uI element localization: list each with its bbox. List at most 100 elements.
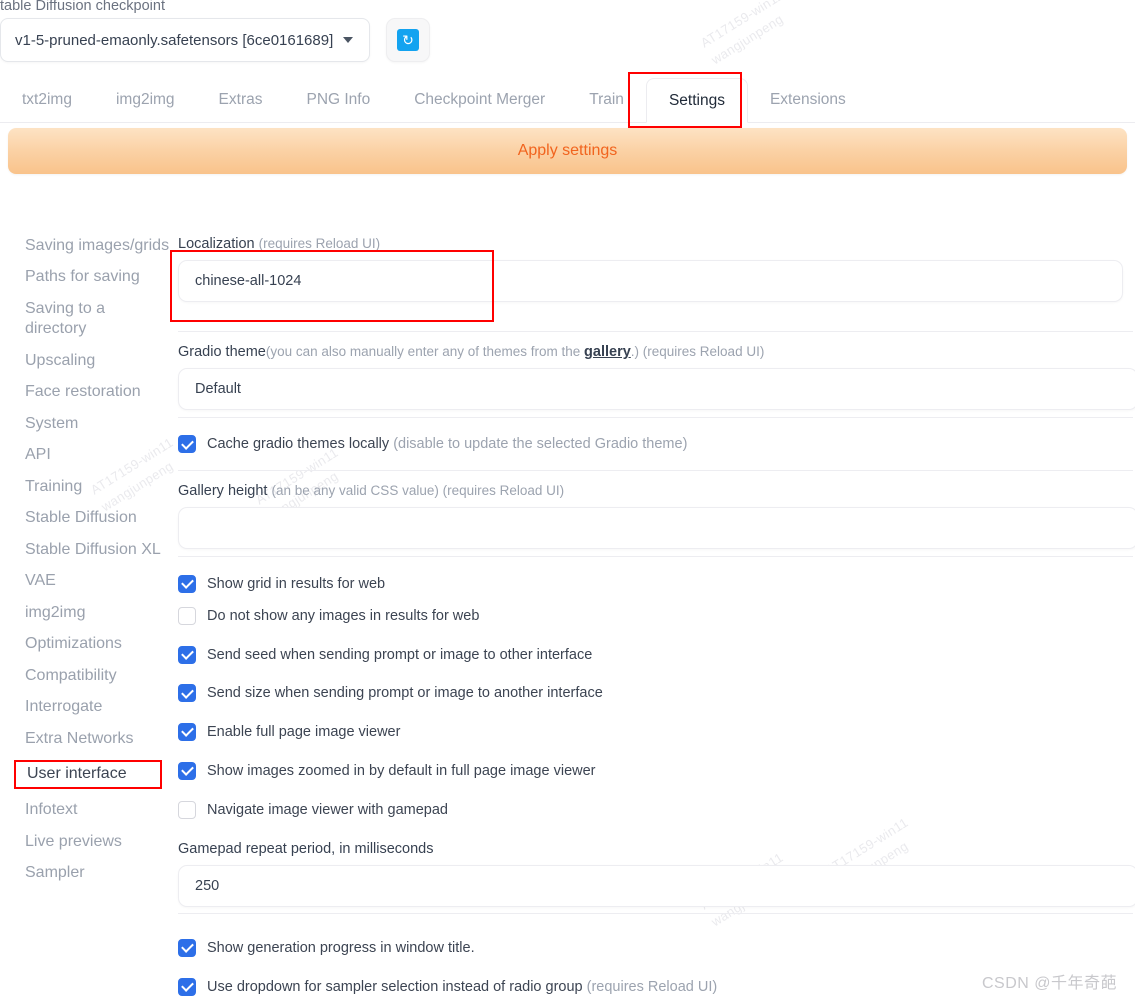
sidebar-item-interrogate[interactable]: Interrogate <box>0 697 170 717</box>
tab-img2img[interactable]: img2img <box>94 78 197 122</box>
cache-themes-label: Cache gradio themes locally (disable to … <box>207 436 687 452</box>
send-seed-label: Send seed when sending prompt or image t… <box>207 646 593 663</box>
apply-settings-button[interactable]: Apply settings <box>8 128 1127 174</box>
progress-title-checkbox[interactable] <box>178 938 196 957</box>
checkbox-row-zoomed-default[interactable]: Show images zoomed in by default in full… <box>178 751 1135 790</box>
sidebar-item-stable-diffusion[interactable]: Stable Diffusion <box>0 508 170 528</box>
sidebar-item-extra-networks[interactable]: Extra Networks <box>0 729 170 749</box>
gallery-height-field: Gallery height (an be any valid CSS valu… <box>178 471 1135 556</box>
settings-sidebar: Saving images/grids Paths for saving Sav… <box>0 236 170 895</box>
sampler-dropdown-label: Use dropdown for sampler selection inste… <box>207 979 717 995</box>
no-images-label: Do not show any images in results for we… <box>207 607 480 624</box>
checkpoint-label: table Diffusion checkpoint <box>0 0 165 14</box>
send-size-checkbox[interactable] <box>178 684 196 702</box>
sidebar-item-vae[interactable]: VAE <box>0 571 170 591</box>
settings-panel: Localization (requires Reload UI) chines… <box>178 236 1135 1001</box>
send-size-label: Send size when sending prompt or image t… <box>207 685 603 701</box>
localization-value: chinese-all-1024 <box>195 273 302 289</box>
gamepad-navigate-label: Navigate image viewer with gamepad <box>207 801 448 818</box>
full-page-viewer-checkbox[interactable] <box>178 722 196 741</box>
gamepad-period-input[interactable]: 250 <box>178 865 1135 907</box>
gradio-theme-input[interactable]: Default <box>178 368 1135 410</box>
chevron-down-icon <box>343 37 354 43</box>
sidebar-item-training[interactable]: Training <box>0 477 170 497</box>
sidebar-item-sampler[interactable]: Sampler <box>0 863 170 883</box>
sidebar-item-user-interface[interactable]: User interface <box>14 759 162 790</box>
localization-label: Localization (requires Reload UI) <box>178 236 1135 252</box>
gradio-theme-hint-post: .) (requires Reload UI) <box>630 344 765 359</box>
checkbox-row-full-page-viewer[interactable]: Enable full page image viewer <box>178 712 1135 751</box>
sidebar-item-face-restoration[interactable]: Face restoration <box>0 382 170 402</box>
sidebar-item-compatibility[interactable]: Compatibility <box>0 666 170 686</box>
sidebar-item-system[interactable]: System <box>0 414 170 434</box>
sidebar-item-infotext[interactable]: Infotext <box>0 800 170 820</box>
checkbox-row-sampler-dropdown[interactable]: Use dropdown for sampler selection inste… <box>178 967 1135 1001</box>
tab-extensions[interactable]: Extensions <box>748 78 868 122</box>
refresh-checkpoints-button[interactable]: ↻ <box>386 18 430 62</box>
gallery-height-label-text: Gallery height <box>178 483 268 499</box>
watermark-diagonal: AT17159-win11 wangjunpeng <box>697 0 798 69</box>
tab-extras[interactable]: Extras <box>197 78 285 122</box>
cache-themes-label-text: Cache gradio themes locally <box>207 436 390 452</box>
checkbox-group-1: Show grid in results for web Do not show… <box>178 557 1135 829</box>
watermark-line-1: AT17159-win11 <box>697 0 786 51</box>
zoomed-default-label: Show images zoomed in by default in full… <box>207 762 596 779</box>
gamepad-period-value: 250 <box>195 878 220 894</box>
checkbox-row-show-grid[interactable]: Show grid in results for web <box>178 571 1135 596</box>
checkbox-row-send-seed[interactable]: Send seed when sending prompt or image t… <box>178 635 1135 674</box>
sidebar-item-img2img[interactable]: img2img <box>0 603 170 623</box>
gallery-height-hint: (an be any valid CSS value) (requires Re… <box>271 483 565 498</box>
send-seed-checkbox[interactable] <box>178 645 196 664</box>
checkbox-row-no-images[interactable]: Do not show any images in results for we… <box>178 596 1135 635</box>
settings-page: AT17159-win11 wangjunpeng AT17159-win11 … <box>0 0 1135 1001</box>
sampler-dropdown-label-text: Use dropdown for sampler selection inste… <box>207 978 583 995</box>
sidebar-item-api[interactable]: API <box>0 445 170 465</box>
sampler-dropdown-checkbox[interactable] <box>178 977 196 996</box>
show-grid-label: Show grid in results for web <box>207 575 386 592</box>
sidebar-item-stable-diffusion-xl[interactable]: Stable Diffusion XL <box>0 540 170 560</box>
gradio-theme-label-text: Gradio theme <box>178 344 266 360</box>
sidebar-item-live-previews[interactable]: Live previews <box>0 832 170 852</box>
watermark-line-2: wangjunpeng <box>708 10 786 67</box>
sidebar-item-saving-to-a-directory[interactable]: Saving to a directory <box>0 299 170 340</box>
gallery-height-label: Gallery height (an be any valid CSS valu… <box>178 483 1135 499</box>
sidebar-item-optimizations[interactable]: Optimizations <box>0 634 170 654</box>
sidebar-item-paths-for-saving[interactable]: Paths for saving <box>0 267 170 287</box>
gradio-theme-label: Gradio theme(you can also manually enter… <box>178 344 1135 360</box>
gamepad-period-field: Gamepad repeat period, in milliseconds 2… <box>178 829 1135 913</box>
gradio-theme-value: Default <box>195 381 241 397</box>
sidebar-item-saving-images-grids[interactable]: Saving images/grids <box>0 236 170 256</box>
localization-hint: (requires Reload UI) <box>258 236 381 251</box>
refresh-icon: ↻ <box>397 29 419 51</box>
gallery-height-input[interactable] <box>178 507 1135 549</box>
gradio-theme-hint-pre: (you can also manually enter any of them… <box>265 344 585 359</box>
tab-checkpoint-merger[interactable]: Checkpoint Merger <box>392 78 567 122</box>
tab-train[interactable]: Train <box>567 78 646 122</box>
checkbox-row-progress-title[interactable]: Show generation progress in window title… <box>178 928 1135 967</box>
localization-input[interactable]: chinese-all-1024 <box>178 260 1123 302</box>
gamepad-period-label: Gamepad repeat period, in milliseconds <box>178 841 434 857</box>
zoomed-default-checkbox[interactable] <box>178 761 196 780</box>
cache-themes-row: Cache gradio themes locally (disable to … <box>178 418 1135 470</box>
localization-field: Localization (requires Reload UI) chines… <box>178 236 1135 331</box>
show-grid-checkbox[interactable] <box>178 574 196 593</box>
gradio-theme-field: Gradio theme(you can also manually enter… <box>178 332 1135 417</box>
tab-settings[interactable]: Settings <box>645 78 748 123</box>
tab-txt2img[interactable]: txt2img <box>0 78 94 122</box>
cache-themes-checkbox[interactable] <box>178 435 196 453</box>
tab-png-info[interactable]: PNG Info <box>284 78 392 122</box>
progress-title-label: Show generation progress in window title… <box>207 939 475 956</box>
checkpoint-row: v1-5-pruned-emaonly.safetensors [6ce0161… <box>0 18 430 62</box>
localization-label-text: Localization <box>178 236 255 252</box>
cache-themes-hint: (disable to update the selected Gradio t… <box>393 436 688 452</box>
cache-themes-checkbox-row[interactable]: Cache gradio themes locally (disable to … <box>178 435 687 453</box>
checkpoint-select[interactable]: v1-5-pruned-emaonly.safetensors [6ce0161… <box>0 18 370 62</box>
checkbox-row-send-size[interactable]: Send size when sending prompt or image t… <box>178 674 1135 712</box>
gamepad-navigate-checkbox[interactable] <box>178 800 196 819</box>
checkpoint-value: v1-5-pruned-emaonly.safetensors [6ce0161… <box>15 31 334 49</box>
sidebar-item-upscaling[interactable]: Upscaling <box>0 351 170 371</box>
no-images-checkbox[interactable] <box>178 606 196 625</box>
full-page-viewer-label: Enable full page image viewer <box>207 723 401 740</box>
checkbox-row-gamepad-navigate[interactable]: Navigate image viewer with gamepad <box>178 790 1135 829</box>
gallery-link[interactable]: gallery <box>584 344 631 360</box>
